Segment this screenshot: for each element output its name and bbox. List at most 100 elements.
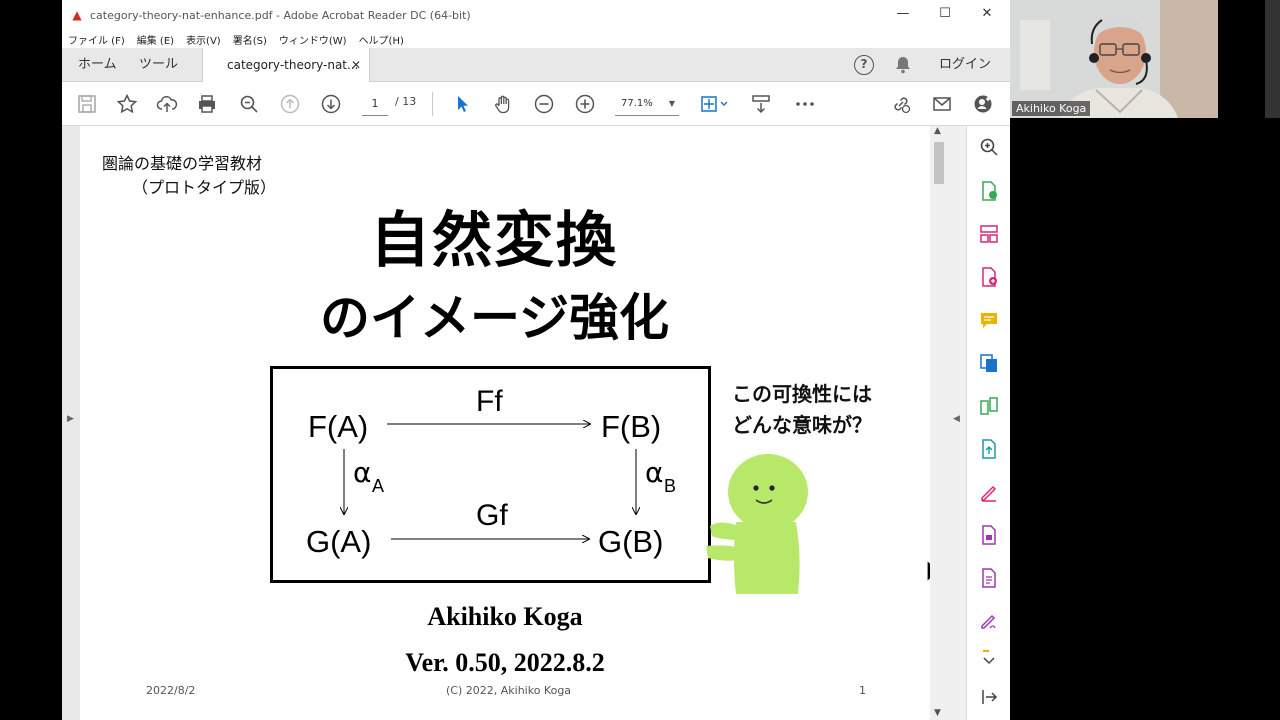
organize-pages-icon[interactable] xyxy=(978,223,1000,245)
label-gf: Gf xyxy=(476,499,508,532)
footer-page-number: 1 xyxy=(859,684,866,697)
window-title: category-theory-nat-enhance.pdf - Adobe … xyxy=(90,8,471,22)
menu-window[interactable]: ウィンドウ(W) xyxy=(279,32,347,47)
menu-file[interactable]: ファイル (F) xyxy=(68,32,125,47)
menu-help[interactable]: ヘルプ(H) xyxy=(359,32,404,47)
commutative-diagram: F(A) F(B) G(A) G(B) Ff Gf α A α B xyxy=(270,366,711,583)
vertical-scrollbar[interactable]: ▲ ▼ xyxy=(930,126,948,720)
close-tab-icon[interactable]: ✕ xyxy=(351,48,361,82)
maximize-button[interactable]: ☐ xyxy=(924,0,966,30)
footer-copyright: (C) 2022, Akihiko Koga xyxy=(446,684,572,697)
node-fa: F(A) xyxy=(308,409,368,444)
acrobat-icon: ▲ xyxy=(72,8,82,22)
page-total: / 13 xyxy=(395,95,417,108)
node-gb: G(B) xyxy=(598,524,663,559)
compare-files-icon[interactable] xyxy=(978,395,1000,417)
select-cursor-icon[interactable] xyxy=(451,93,473,115)
label-alpha-a: α xyxy=(353,456,371,489)
footer-date: 2022/8/2 xyxy=(146,684,196,697)
node-ga: G(A) xyxy=(306,524,371,559)
label-ff: Ff xyxy=(476,385,503,418)
course-subtitle: （プロトタイプ版） xyxy=(132,178,277,197)
title-bar: ▲ category-theory-nat-enhance.pdf - Adob… xyxy=(62,0,1010,30)
hand-tool-icon[interactable] xyxy=(492,93,514,115)
prepare-form-icon[interactable] xyxy=(978,567,1000,589)
more-options-icon[interactable] xyxy=(794,93,816,115)
toolbar-divider xyxy=(432,92,433,116)
minimize-button[interactable]: — xyxy=(882,0,924,30)
scroll-down-icon[interactable]: ▼ xyxy=(934,708,941,718)
upload-cloud-icon[interactable] xyxy=(156,93,178,115)
zoom-out-icon[interactable] xyxy=(533,93,555,115)
webcam-video: Akihiko Koga xyxy=(1010,0,1218,118)
zoom-level-dropdown[interactable]: 77.1% ▼ xyxy=(615,92,679,116)
share-link-icon[interactable] xyxy=(890,93,912,115)
label-alpha-a-subscript: A xyxy=(372,476,384,496)
optimize-pdf-icon[interactable] xyxy=(978,438,1000,460)
scroll-up-icon[interactable]: ▲ xyxy=(934,126,941,136)
document-tab-label: category-theory-nat... xyxy=(227,58,359,72)
close-button[interactable]: ✕ xyxy=(966,0,1008,30)
zoom-tool-icon[interactable] xyxy=(978,136,1000,158)
zoom-level-value: 77.1% xyxy=(621,98,653,109)
help-icon[interactable]: ? xyxy=(854,55,874,75)
document-viewport[interactable]: ▶ 圏論の基礎の学習教材 （プロトタイプ版） 自然変換 のイメージ強化 F(A)… xyxy=(62,126,948,720)
slide-title: 自然変換 xyxy=(370,206,618,276)
collapse-right-icon: ◀ xyxy=(953,414,960,424)
save-icon[interactable] xyxy=(76,93,98,115)
participant-name: Akihiko Koga xyxy=(1012,101,1091,116)
collapse-pane-icon[interactable] xyxy=(978,686,1000,708)
node-fb: F(B) xyxy=(601,409,661,444)
create-pdf-icon[interactable] xyxy=(978,266,1000,288)
speech-text-line2: どんな意味が？ xyxy=(732,413,872,437)
tab-home[interactable]: ホーム xyxy=(78,48,117,82)
scrollbar-thumb[interactable] xyxy=(934,142,944,184)
slide-subtitle: のイメージ強化 xyxy=(320,289,669,347)
combine-files-icon[interactable] xyxy=(978,352,1000,374)
export-pdf-icon[interactable] xyxy=(978,180,1000,202)
page-number-input[interactable]: 1 xyxy=(362,92,388,116)
acrobat-window: ▲ category-theory-nat-enhance.pdf - Adob… xyxy=(62,0,1010,720)
zoom-search-icon[interactable] xyxy=(238,93,260,115)
add-user-icon[interactable] xyxy=(972,93,994,115)
zoom-in-icon[interactable] xyxy=(574,93,596,115)
email-icon[interactable] xyxy=(931,93,953,115)
prev-page-icon[interactable] xyxy=(279,93,301,115)
tab-tools[interactable]: ツール xyxy=(139,48,178,82)
expand-left-icon: ▶ xyxy=(67,414,74,424)
tools-pane xyxy=(966,126,1010,720)
scroll-mode-icon[interactable] xyxy=(750,93,772,115)
menu-view[interactable]: 表示(V) xyxy=(186,32,221,47)
login-button[interactable]: ログイン xyxy=(939,48,991,82)
author-name: Akihiko Koga xyxy=(427,602,583,631)
background-edge xyxy=(1265,0,1280,118)
pdf-page: 圏論の基礎の学習教材 （プロトタイプ版） 自然変換 のイメージ強化 F(A) F… xyxy=(80,126,945,720)
menu-edit[interactable]: 編集 (E) xyxy=(137,32,174,47)
tab-bar: ホーム ツール category-theory-nat... ✕ ? ログイン xyxy=(62,48,1010,82)
menu-bar: ファイル (F) 編集 (E) 表示(V) 署名(S) ウィンドウ(W) ヘルプ… xyxy=(62,30,1010,48)
version-date: Ver. 0.50, 2022.8.2 xyxy=(405,648,605,677)
left-panel-toggle[interactable]: ▶ xyxy=(62,126,80,720)
edit-pdf-icon[interactable] xyxy=(978,524,1000,546)
label-alpha-b-subscript: B xyxy=(664,476,676,496)
star-icon[interactable] xyxy=(116,93,138,115)
speech-text-line1: この可換性には xyxy=(732,382,872,406)
more-tools-chevron-icon[interactable] xyxy=(978,648,1000,670)
next-page-icon[interactable] xyxy=(320,93,342,115)
right-panel-toggle[interactable]: ◀ xyxy=(948,126,966,720)
chevron-down-icon: ▼ xyxy=(668,99,675,108)
page-fit-icon[interactable] xyxy=(698,93,730,115)
diagram-arrows: F(A) F(B) G(A) G(B) Ff Gf α A α B xyxy=(306,385,676,559)
bell-icon[interactable] xyxy=(892,54,914,76)
green-character-illustration xyxy=(706,454,808,594)
course-title: 圏論の基礎の学習教材 xyxy=(102,154,263,173)
print-icon[interactable] xyxy=(196,93,218,115)
tab-document[interactable]: category-theory-nat... ✕ xyxy=(202,48,370,82)
fill-sign-icon[interactable] xyxy=(978,481,1000,503)
toolbar: 1 / 13 77.1% ▼ xyxy=(62,82,1010,126)
label-alpha-b: α xyxy=(645,456,663,489)
menu-sign[interactable]: 署名(S) xyxy=(233,32,267,47)
request-signature-icon[interactable] xyxy=(978,610,1000,632)
screen: ▲ category-theory-nat-enhance.pdf - Adob… xyxy=(0,0,1280,720)
comment-icon[interactable] xyxy=(978,309,1000,331)
